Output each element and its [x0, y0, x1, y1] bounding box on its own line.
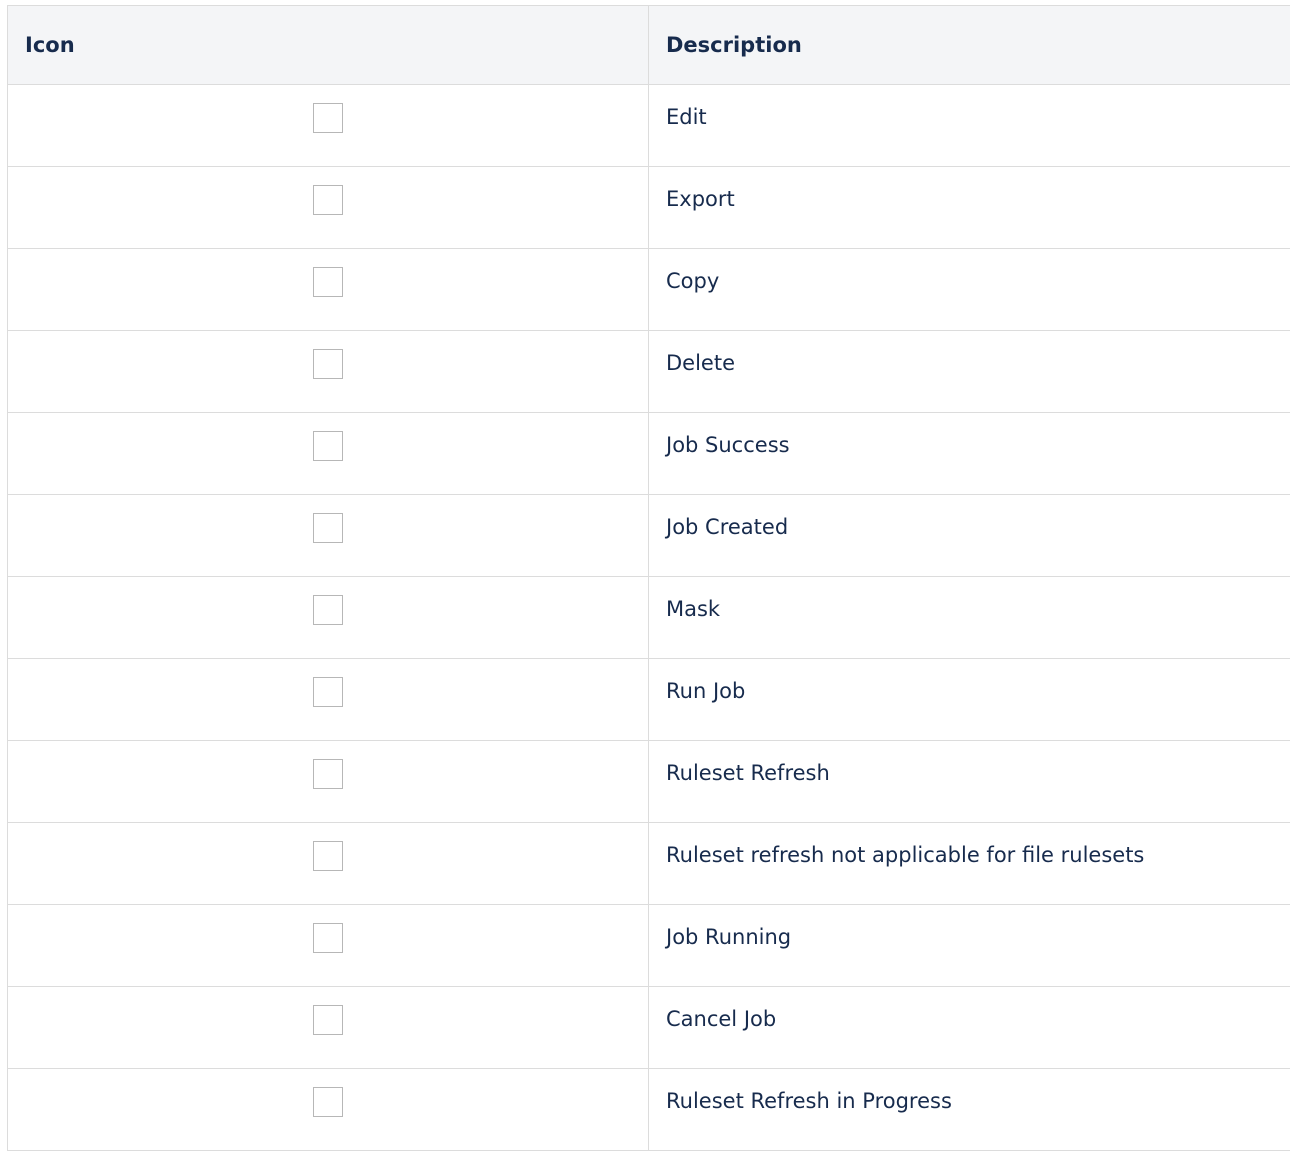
job-created-icon [313, 513, 343, 543]
description-cell: Export [649, 167, 1290, 249]
run-job-icon [313, 677, 343, 707]
icon-cell [8, 495, 649, 577]
icon-legend-table-wrapper: Icon Description Edit Export Copy Delete [7, 5, 1290, 1151]
icon-legend-table: Icon Description Edit Export Copy Delete [7, 5, 1290, 1151]
description-cell: Ruleset Refresh in Progress [649, 1069, 1290, 1151]
description-cell: Edit [649, 85, 1290, 167]
table-row: Job Success [8, 413, 1290, 495]
export-icon [313, 185, 343, 215]
copy-icon [313, 267, 343, 297]
ruleset-refresh-in-progress-icon [313, 1087, 343, 1117]
icon-cell [8, 659, 649, 741]
table-row: Ruleset Refresh [8, 741, 1290, 823]
column-header-description: Description [649, 6, 1290, 85]
table-row: Ruleset Refresh in Progress [8, 1069, 1290, 1151]
column-header-icon: Icon [8, 6, 649, 85]
delete-icon [313, 349, 343, 379]
icon-cell [8, 905, 649, 987]
icon-cell [8, 413, 649, 495]
description-cell: Job Running [649, 905, 1290, 987]
icon-cell [8, 577, 649, 659]
icon-cell [8, 741, 649, 823]
table-row: Ruleset refresh not applicable for file … [8, 823, 1290, 905]
table-row: Run Job [8, 659, 1290, 741]
description-cell: Delete [649, 331, 1290, 413]
table-row: Edit [8, 85, 1290, 167]
description-cell: Run Job [649, 659, 1290, 741]
description-cell: Cancel Job [649, 987, 1290, 1069]
ruleset-refresh-icon [313, 759, 343, 789]
icon-cell [8, 823, 649, 905]
table-row: Job Created [8, 495, 1290, 577]
ruleset-refresh-not-applicable-icon [313, 841, 343, 871]
icon-cell [8, 85, 649, 167]
description-cell: Ruleset refresh not applicable for file … [649, 823, 1290, 905]
mask-icon [313, 595, 343, 625]
table-row: Delete [8, 331, 1290, 413]
table-row: Copy [8, 249, 1290, 331]
icon-cell [8, 1069, 649, 1151]
description-cell: Job Success [649, 413, 1290, 495]
description-cell: Ruleset Refresh [649, 741, 1290, 823]
table-row: Cancel Job [8, 987, 1290, 1069]
icon-cell [8, 987, 649, 1069]
description-cell: Copy [649, 249, 1290, 331]
table-header-row: Icon Description [8, 6, 1290, 85]
description-cell: Mask [649, 577, 1290, 659]
description-cell: Job Created [649, 495, 1290, 577]
table-row: Export [8, 167, 1290, 249]
job-running-icon [313, 923, 343, 953]
icon-cell [8, 249, 649, 331]
icon-cell [8, 331, 649, 413]
job-success-icon [313, 431, 343, 461]
icon-cell [8, 167, 649, 249]
edit-icon [313, 103, 343, 133]
cancel-job-icon [313, 1005, 343, 1035]
table-row: Job Running [8, 905, 1290, 987]
table-row: Mask [8, 577, 1290, 659]
